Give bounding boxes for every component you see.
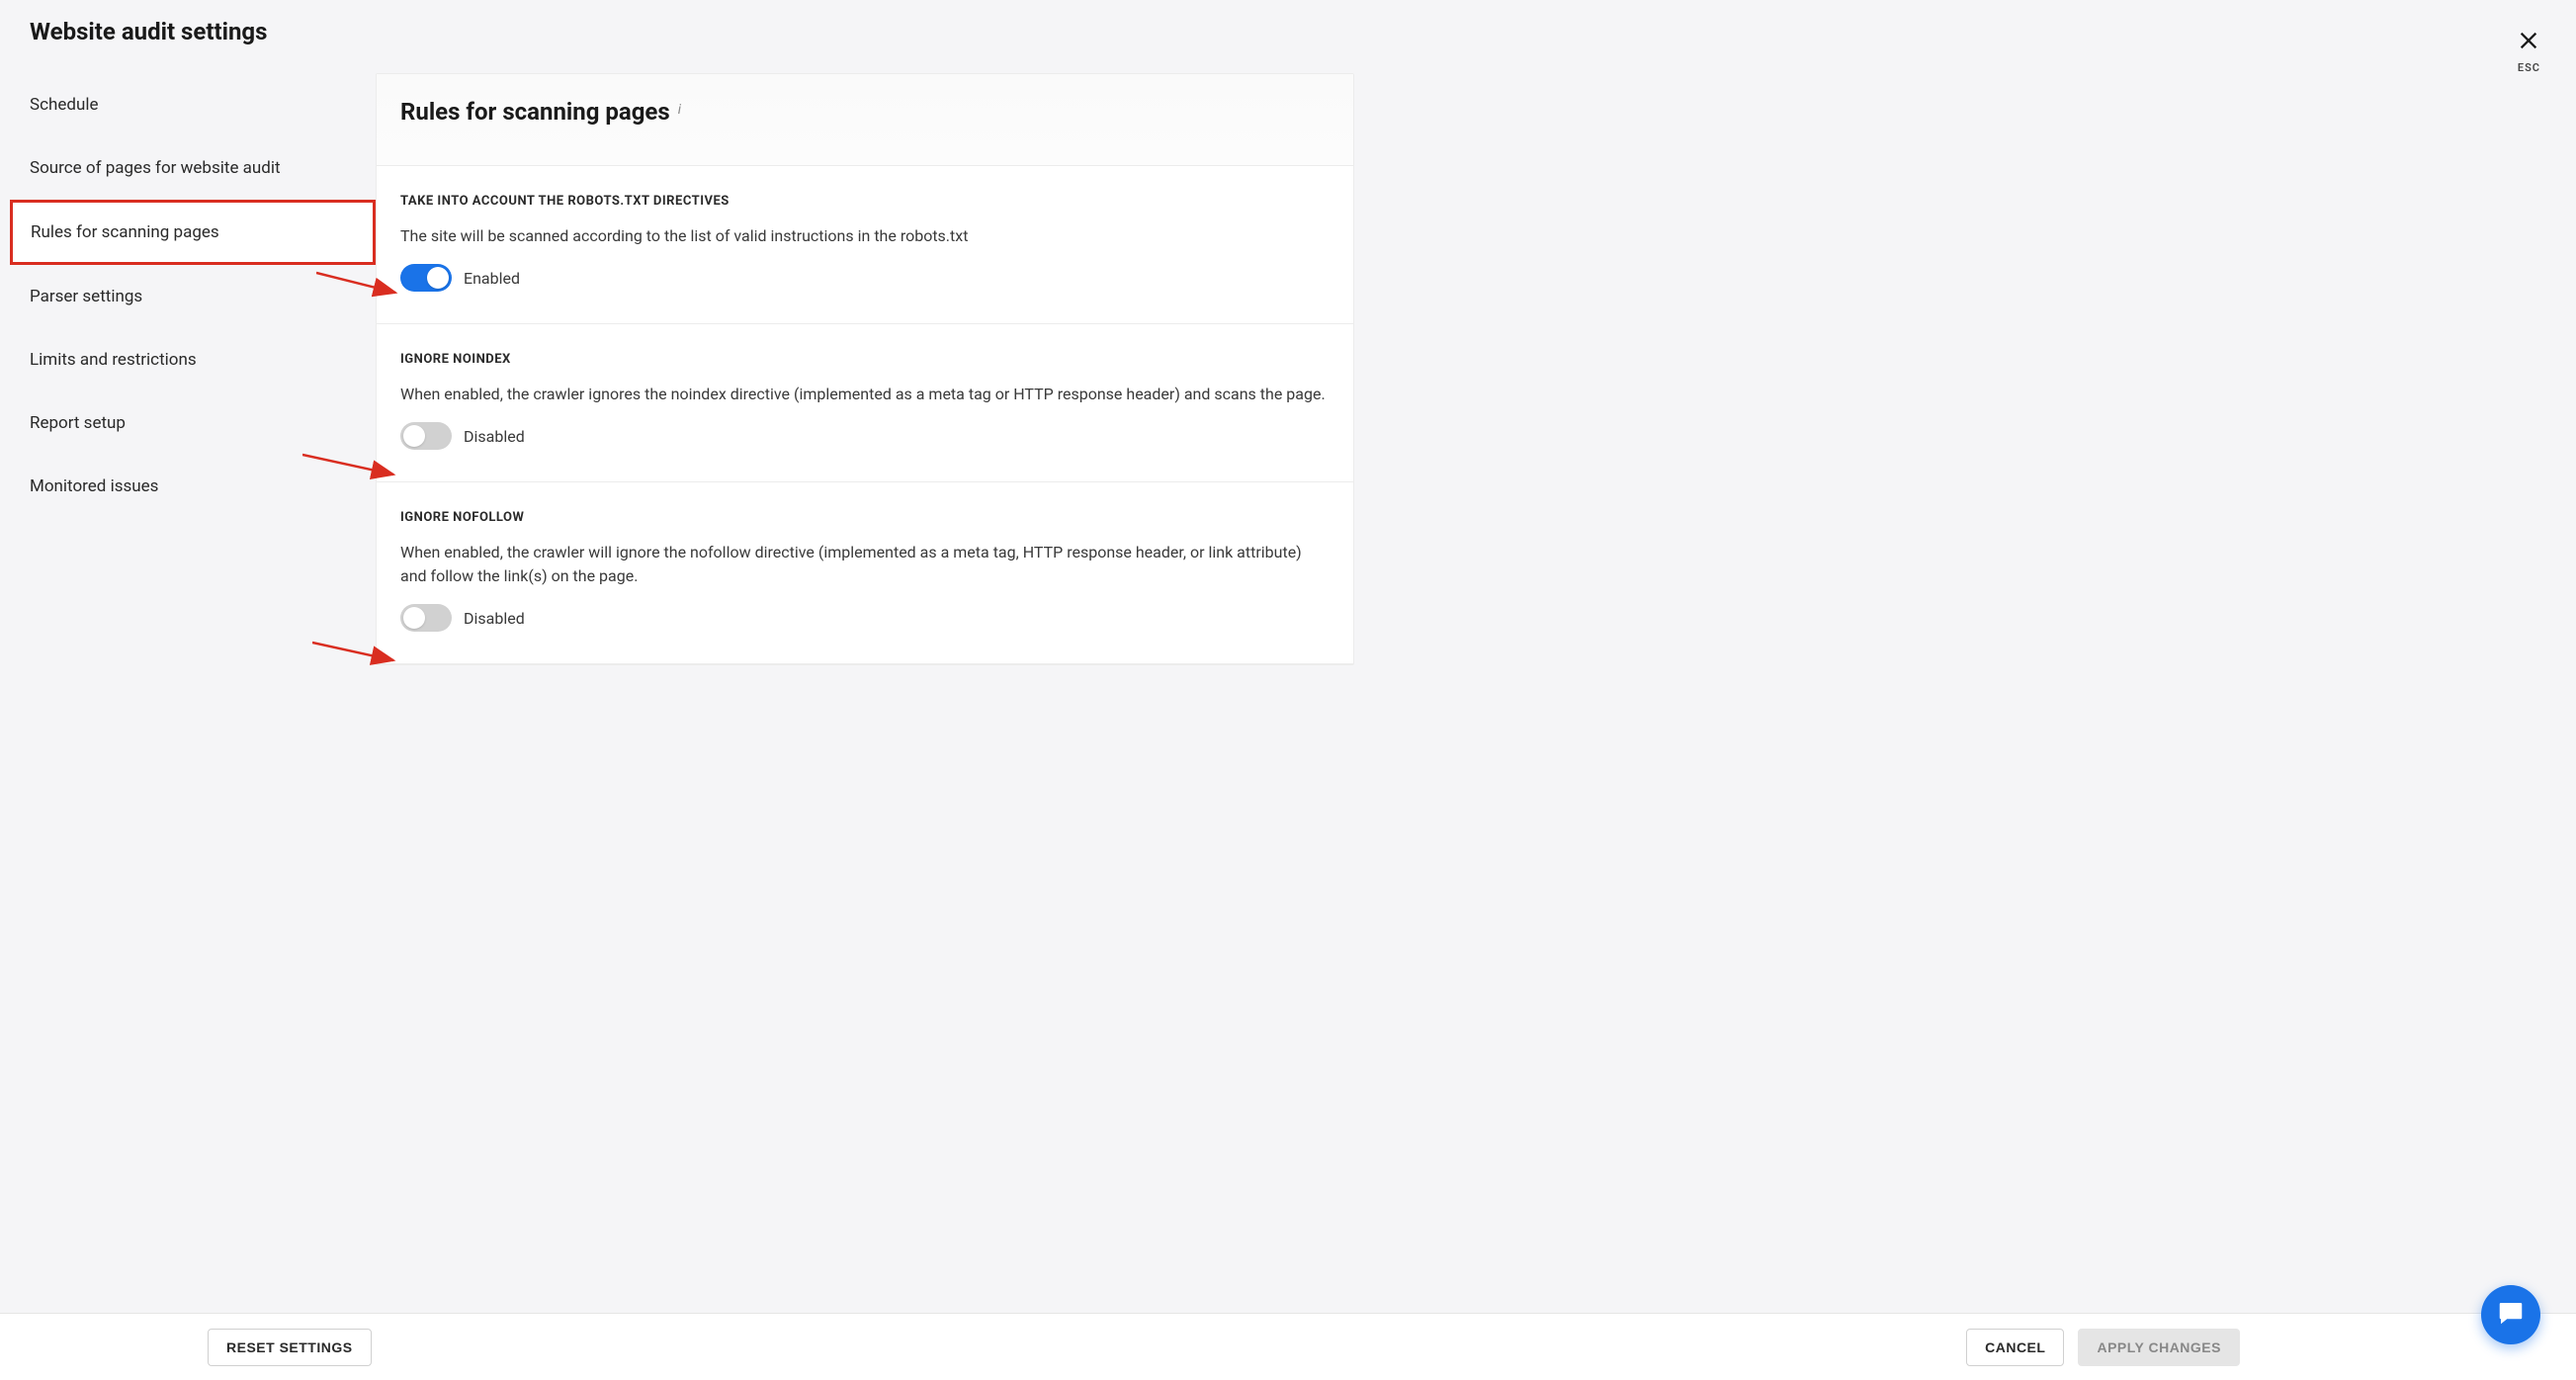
section-desc: The site will be scanned according to th… [400,224,1330,248]
cancel-button[interactable]: CANCEL [1966,1329,2064,1366]
sidebar-item-source-of-pages[interactable]: Source of pages for website audit [10,136,376,200]
section-ignore-noindex: IGNORE NOINDEX When enabled, the crawler… [377,324,1353,482]
sidebar-item-parser-settings[interactable]: Parser settings [10,265,376,328]
section-title: TAKE INTO ACCOUNT THE ROBOTS.TXT DIRECTI… [400,194,1330,209]
sidebar-item-rules-for-scanning[interactable]: Rules for scanning pages [10,200,376,265]
section-title: IGNORE NOFOLLOW [400,510,1330,525]
toggle-label: Disabled [464,427,525,446]
sidebar-item-limits-and-restrictions[interactable]: Limits and restrictions [10,328,376,391]
main-header: Rules for scanning pages i [377,74,1353,166]
toggle-label: Disabled [464,609,525,628]
section-title: IGNORE NOINDEX [400,352,1330,367]
apply-changes-button[interactable]: APPLY CHANGES [2078,1329,2240,1366]
toggle-ignore-nofollow[interactable] [400,604,452,632]
main-panel: Rules for scanning pages i TAKE INTO ACC… [376,73,1354,665]
footer-bar: RESET SETTINGS CANCEL APPLY CHANGES [0,1313,2576,1380]
sidebar-item-report-setup[interactable]: Report setup [10,391,376,455]
close-label: ESC [2518,61,2540,74]
close-button[interactable]: ESC [2518,30,2540,74]
modal-title: Website audit settings [0,0,2576,63]
chat-button[interactable] [2481,1285,2540,1344]
section-desc: When enabled, the crawler will ignore th… [400,541,1330,588]
toggle-ignore-noindex[interactable] [400,422,452,450]
settings-sidebar: Schedule Source of pages for website aud… [10,73,376,665]
sidebar-item-schedule[interactable]: Schedule [10,73,376,136]
section-robots-txt: TAKE INTO ACCOUNT THE ROBOTS.TXT DIRECTI… [377,166,1353,324]
chat-icon [2496,1298,2526,1332]
section-desc: When enabled, the crawler ignores the no… [400,383,1330,406]
sidebar-item-monitored-issues[interactable]: Monitored issues [10,455,376,518]
info-icon[interactable]: i [678,102,681,118]
close-icon [2518,30,2539,55]
reset-settings-button[interactable]: RESET SETTINGS [208,1329,372,1366]
toggle-robots-txt[interactable] [400,264,452,292]
main-title: Rules for scanning pages [400,98,670,126]
toggle-label: Enabled [464,269,520,288]
section-ignore-nofollow: IGNORE NOFOLLOW When enabled, the crawle… [377,482,1353,664]
